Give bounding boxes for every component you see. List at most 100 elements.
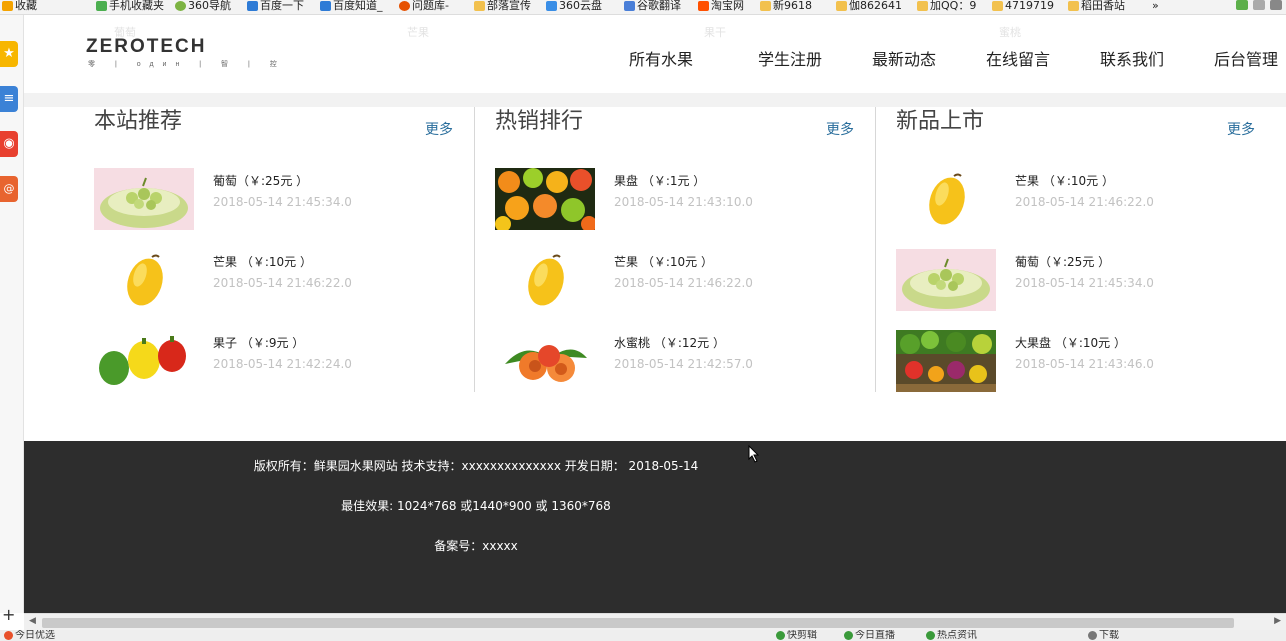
folder-icon <box>760 1 771 11</box>
product-item[interactable]: 芒果 （￥:10元 ） 2018-05-14 21:46:22.0 <box>94 249 474 311</box>
bookmark-item[interactable]: 谷歌翻译 <box>624 0 681 12</box>
today-picks-icon <box>4 630 13 640</box>
product-name[interactable]: 葡萄（￥:25元 ） <box>1015 253 1110 270</box>
section-title: 新品上市 <box>896 109 985 134</box>
scroll-right-arrow-icon[interactable]: ▶ <box>1274 616 1281 626</box>
mail-at-icon[interactable]: @ <box>0 176 18 202</box>
baidu-paw-icon <box>247 1 258 11</box>
nav-contact-us[interactable]: 联系我们 <box>1100 46 1164 70</box>
status-label: 今日直播 <box>855 630 895 641</box>
status-quick-edit[interactable]: 快剪辑 <box>776 630 817 641</box>
baidu-paw-icon <box>320 1 331 11</box>
citrus-slices-image <box>495 168 595 230</box>
bookmark-item[interactable]: 伽862641 <box>836 0 902 12</box>
bookmark-label: 百度知道_ <box>333 0 383 12</box>
product-date: 2018-05-14 21:42:57.0 <box>614 357 753 371</box>
product-image-mango[interactable] <box>495 249 595 311</box>
nav-latest-news[interactable]: 最新动态 <box>872 46 936 70</box>
bookmark-item[interactable]: 新9618 <box>760 0 812 12</box>
product-name[interactable]: 水蜜桃 （￥:12元 ） <box>614 334 725 351</box>
product-name[interactable]: 果盘 （￥:1元 ） <box>614 172 705 189</box>
s-icon <box>399 1 410 11</box>
nav-student-register[interactable]: 学生注册 <box>758 46 822 70</box>
more-link[interactable]: 更多 <box>1227 119 1255 139</box>
product-item[interactable]: 果子 （￥:9元 ） 2018-05-14 21:42:24.0 <box>94 330 474 392</box>
product-date: 2018-05-14 21:43:10.0 <box>614 195 753 209</box>
bookmark-item[interactable]: 稻田香站 <box>1068 0 1125 12</box>
nav-admin[interactable]: 后台管理 <box>1214 46 1278 70</box>
nav-online-message[interactable]: 在线留言 <box>986 46 1050 70</box>
site-logo[interactable]: ZEROTECH 零 | один | 智 | 控 <box>86 37 286 69</box>
bookmark-item[interactable]: 百度一下 <box>247 0 304 12</box>
footer-best-resolution: 最佳效果: 1024*768 或1440*900 或 1360*768 <box>341 499 611 513</box>
product-image-mango[interactable] <box>896 168 996 230</box>
product-name[interactable]: 芒果 （￥:10元 ） <box>1015 172 1114 189</box>
settings-icon[interactable] <box>1270 0 1282 10</box>
bookmark-collection[interactable]: 收藏 <box>2 0 37 12</box>
product-name[interactable]: 葡萄（￥:25元 ） <box>213 172 308 189</box>
status-label: 快剪辑 <box>787 630 817 641</box>
product-image-citrus[interactable] <box>495 168 595 230</box>
nav-all-fruits[interactable]: 所有水果 <box>629 46 693 70</box>
folder-icon <box>1068 1 1079 11</box>
bookmark-item[interactable]: 360导航 <box>175 0 231 12</box>
scrollbar-thumb[interactable] <box>42 618 1234 628</box>
favorites-star-icon[interactable]: ★ <box>0 41 18 67</box>
more-link[interactable]: 更多 <box>425 119 453 139</box>
bookmark-item[interactable]: 部落宣传 <box>474 0 531 12</box>
status-live[interactable]: 今日直播 <box>844 630 895 641</box>
product-image-melon[interactable] <box>94 168 194 230</box>
notes-list-icon[interactable]: ≡ <box>0 86 18 112</box>
horizontal-scrollbar[interactable]: ◀ ▶ <box>24 613 1286 631</box>
product-item[interactable]: 芒果 （￥:10元 ） 2018-05-14 21:46:22.0 <box>896 168 1276 230</box>
bookmark-item[interactable]: 加QQ：9 <box>917 0 976 12</box>
bookmark-item[interactable]: 4719719 <box>992 0 1054 12</box>
bookmarks-more-button[interactable]: » <box>1152 0 1159 12</box>
bookmark-item[interactable]: 淘宝网 <box>698 0 744 12</box>
product-name[interactable]: 果子 （￥:9元 ） <box>213 334 304 351</box>
bookmark-label: 百度一下 <box>260 0 304 12</box>
product-image-peaches[interactable] <box>495 330 595 392</box>
weibo-icon[interactable]: ◉ <box>0 131 18 157</box>
product-date: 2018-05-14 21:46:22.0 <box>614 276 753 290</box>
product-name[interactable]: 芒果 （￥:10元 ） <box>213 253 312 270</box>
star-icon <box>2 1 13 11</box>
plus-icon[interactable]: + <box>2 605 15 624</box>
product-image-melon[interactable] <box>896 249 996 311</box>
download-icon <box>1088 630 1097 640</box>
status-download[interactable]: 下载 <box>1088 630 1119 641</box>
browser-left-sidebar: ★ ≡ ◉ @ <box>0 15 24 613</box>
bookmark-item[interactable]: 问题库- <box>399 0 449 12</box>
phone-icon <box>96 1 107 11</box>
product-item[interactable]: 果盘 （￥:1元 ） 2018-05-14 21:43:10.0 <box>495 168 875 230</box>
product-name[interactable]: 大果盘 （￥:10元 ） <box>1015 334 1126 351</box>
scroll-left-arrow-icon[interactable]: ◀ <box>29 616 36 626</box>
mouse-cursor-icon <box>748 445 760 463</box>
bookmarks-right-tools <box>1236 0 1282 10</box>
product-item[interactable]: 葡萄（￥:25元 ） 2018-05-14 21:45:34.0 <box>896 249 1276 311</box>
status-hot-news[interactable]: 热点资讯 <box>926 630 977 641</box>
more-link[interactable]: 更多 <box>826 119 854 139</box>
section-recommended: 本站推荐 更多 葡萄（￥:25元 ） 2018-05-14 21:45:34.0 <box>94 107 475 392</box>
bookmark-label: 新9618 <box>773 0 812 12</box>
bookmark-label: 360导航 <box>188 0 231 12</box>
product-item[interactable]: 大果盘 （￥:10元 ） 2018-05-14 21:43:46.0 <box>896 330 1276 392</box>
bookmark-item[interactable]: 360云盘 <box>546 0 602 12</box>
status-today-picks[interactable]: 今日优选 <box>4 630 55 641</box>
menu-icon[interactable] <box>1253 0 1265 10</box>
bookmark-label: 淘宝网 <box>711 0 744 12</box>
product-item[interactable]: 芒果 （￥:10元 ） 2018-05-14 21:46:22.0 <box>495 249 875 311</box>
product-date: 2018-05-14 21:45:34.0 <box>1015 276 1154 290</box>
product-name[interactable]: 芒果 （￥:10元 ） <box>614 253 713 270</box>
bookmark-item[interactable]: 手机收藏夹 <box>96 0 164 12</box>
bookmark-item[interactable]: 百度知道_ <box>320 0 383 12</box>
product-item[interactable]: 水蜜桃 （￥:12元 ） 2018-05-14 21:42:57.0 <box>495 330 875 392</box>
product-item[interactable]: 葡萄（￥:25元 ） 2018-05-14 21:45:34.0 <box>94 168 474 230</box>
apps-grid-icon[interactable] <box>1236 0 1248 10</box>
status-label: 今日优选 <box>15 630 55 641</box>
bookmark-label: 谷歌翻译 <box>637 0 681 12</box>
product-image-platter[interactable] <box>896 330 996 392</box>
bookmark-label: 加QQ：9 <box>930 0 977 12</box>
product-image-peppers[interactable] <box>94 330 194 392</box>
product-image-mango[interactable] <box>94 249 194 311</box>
